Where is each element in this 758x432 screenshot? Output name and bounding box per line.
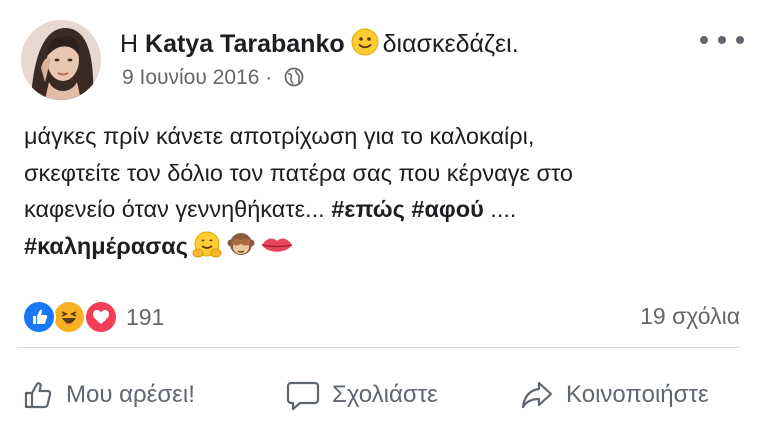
share-button-label: Κοινοποιήστε	[566, 381, 709, 408]
like-icon	[22, 300, 56, 334]
hashtag-link[interactable]: #επώς	[331, 196, 405, 222]
post-text: μάγκες πρίν κάνετε αποτρίχωση για το καλ…	[24, 118, 744, 270]
hugging-face-icon	[192, 230, 222, 271]
slightly-smiling-face-icon	[351, 28, 379, 64]
reactions-summary[interactable]: 191	[22, 300, 164, 334]
more-dot	[718, 36, 726, 44]
reaction-icons	[22, 300, 120, 334]
globe-icon[interactable]	[284, 67, 304, 95]
trailing-dots: ....	[490, 196, 517, 222]
post-actions: Μου αρέσει! Σχολιάστε Κοινοποιήστε	[0, 370, 758, 420]
author-avatar[interactable]	[21, 20, 101, 100]
post-text-line: μάγκες πρίν κάνετε αποτρίχωση για το καλ…	[24, 123, 535, 149]
lips-icon	[260, 230, 294, 271]
post-text-line: #καλημέρασας	[24, 228, 744, 271]
avatar-photo	[21, 20, 101, 100]
post-text-line: καφενείο όταν γεννηθήκατε... #επώς #αφού…	[24, 191, 744, 228]
more-options-icon[interactable]	[700, 30, 744, 50]
share-arrow-icon	[521, 381, 553, 409]
comment-button-label: Σχολιάστε	[332, 381, 438, 408]
post-text-fragment: καφενείο όταν γεννηθήκατε...	[24, 196, 325, 222]
comment-button[interactable]: Σχολιάστε	[286, 370, 438, 420]
haha-icon	[52, 300, 86, 334]
love-icon	[84, 300, 118, 334]
see-no-evil-monkey-icon	[226, 230, 256, 271]
post-text-line: σκεφτείτε τον δόλιο τον πατέρα σας που κ…	[24, 159, 573, 186]
post-date[interactable]: 9 Ιουνίου 2016	[122, 66, 259, 89]
like-button-label: Μου αρέσει!	[66, 381, 195, 408]
activity-text: διασκεδάζει.	[382, 30, 519, 58]
more-dot	[736, 36, 744, 44]
more-dot	[700, 36, 708, 44]
author-line: Η Katya Tarabanko διασκεδάζει.	[120, 28, 519, 64]
author-prefix: Η	[120, 30, 139, 58]
hashtag-link[interactable]: #αφού	[411, 196, 483, 222]
comments-count[interactable]: 19 σχόλια	[640, 303, 740, 330]
meta-separator: ·	[265, 66, 273, 89]
like-button[interactable]: Μου αρέσει!	[22, 370, 195, 420]
comment-bubble-icon	[286, 381, 320, 411]
divider	[18, 347, 740, 348]
thumbs-up-icon	[24, 382, 52, 409]
author-name[interactable]: Katya Tarabanko	[145, 30, 345, 58]
share-button[interactable]: Κοινοποιήστε	[520, 370, 709, 420]
hashtag-link[interactable]: #καλημέρασας	[24, 233, 188, 259]
facebook-post: Η Katya Tarabanko διασκεδάζει. 9 Ιουνίου…	[0, 0, 758, 432]
reaction-count[interactable]: 191	[126, 304, 164, 331]
post-meta: 9 Ιουνίου 2016 ·	[122, 64, 304, 95]
